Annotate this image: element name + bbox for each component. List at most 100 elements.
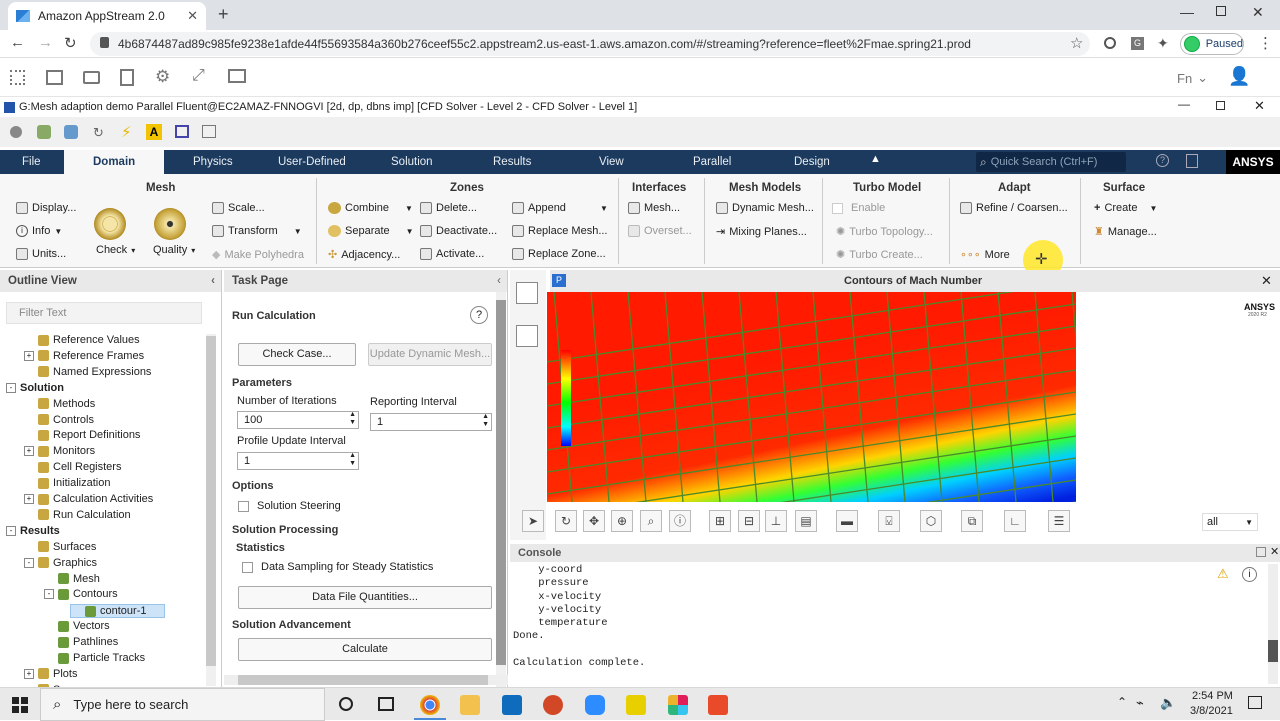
tree-item-report-definitions[interactable]: Report Definitions [24,429,140,441]
clipboard-icon[interactable] [120,69,134,86]
display-icon[interactable] [228,69,246,83]
mixing-planes-button[interactable]: ⇥ Mixing Planes... [716,225,807,239]
replace-mesh-button[interactable]: Replace Mesh... [512,225,607,237]
detach-console-icon[interactable] [1256,547,1266,557]
check-icon[interactable] [94,208,126,240]
extension-icon[interactable] [1104,37,1116,49]
separate-button[interactable]: Separate ▼ [328,225,414,237]
tray-chevron-icon[interactable]: ⌃ [1117,695,1127,709]
tree-item-methods[interactable]: Methods [24,398,95,410]
tree-item-mesh[interactable]: Mesh [44,573,100,585]
back-icon[interactable]: ← [10,34,25,51]
tree-item-contour-1[interactable]: contour-1 [70,604,166,619]
fullscreen-icon[interactable]: ⤢ [192,67,205,85]
scroll-thumb[interactable] [206,336,216,666]
data-sampling-checkbox[interactable]: Data Sampling for Steady Statistics [242,561,433,573]
surface-create-button[interactable]: + Create ▼ [1094,202,1157,214]
task-scrollbar[interactable] [496,292,506,687]
pdf-icon[interactable] [626,695,646,715]
zoom-icon[interactable] [585,695,605,715]
tree-item-run-calculation[interactable]: Run Calculation [24,509,131,521]
data-file-quantities-button[interactable]: Data File Quantities... [238,586,492,609]
list-icon[interactable]: ☰ [1048,510,1070,532]
ruler-icon[interactable]: ▬ [836,510,858,532]
tree-item-reference-values[interactable]: Reference Values [24,334,140,346]
expand-toggle-icon[interactable]: - [6,382,16,393]
restore-window-icon[interactable] [1216,101,1225,110]
reload-case-icon[interactable]: ↻ [93,125,104,141]
collapse-ribbon-icon[interactable]: ▲ [870,153,881,165]
menu-design[interactable]: Design [794,150,830,174]
tree-item-cell-registers[interactable]: Cell Registers [24,461,121,473]
zoom-icon[interactable]: ⌕ [640,510,662,532]
spinner-icon[interactable]: ▲ ▼ [349,411,356,427]
help-icon[interactable]: ? [470,306,488,324]
deactivate-button[interactable]: Deactivate... [420,225,497,237]
menu-user-defined[interactable]: User-Defined [278,150,346,174]
close-window-icon[interactable]: ✕ [1254,98,1265,114]
scroll-thumb[interactable] [1268,640,1278,662]
quality-icon[interactable] [154,208,186,240]
menu-parallel[interactable]: Parallel [693,150,731,174]
expand-toggle-icon[interactable]: + [24,446,34,457]
iterations-input[interactable]: 100 ▲ ▼ [237,411,359,429]
menu-domain[interactable]: Domain [64,150,165,174]
minimize-browser-icon[interactable]: — [1180,4,1194,20]
quality-button[interactable]: Quality ▾ [153,244,195,256]
scale-button[interactable]: Scale... [212,202,265,214]
browser-tab[interactable]: Amazon AppStream 2.0 ✕ [8,2,206,30]
info-button[interactable]: i Info ▼ [16,225,62,237]
menu-kebab-icon[interactable]: ⋮ [1258,34,1273,52]
tree-item-contours[interactable]: - Contours [44,588,118,600]
maximize-browser-icon[interactable] [1216,6,1226,16]
clock-time[interactable]: 2:54 PM [1192,690,1233,702]
tree-item-controls[interactable]: Controls [24,414,94,426]
combine-button[interactable]: Combine ▼ [328,202,413,214]
spinner-icon[interactable]: ▲ ▼ [482,413,489,429]
solution-steering-checkbox[interactable]: Solution Steering [238,500,341,512]
view-select[interactable]: all ▼ [1202,513,1258,531]
zoom-in-out-icon[interactable]: ⊕ [611,510,633,532]
apps-grid-icon[interactable] [10,70,25,85]
display-button[interactable]: Display... [16,202,76,214]
url-field[interactable]: 4b6874487ad89c985fe9238e1afde44f55693584… [90,32,1090,56]
turbo-topology-button[interactable]: ✺ Turbo Topology... [836,225,933,239]
minimize-window-icon[interactable]: — [1178,97,1190,111]
save-picture-icon[interactable]: ▤ [795,510,817,532]
expand-toggle-icon[interactable]: + [24,494,34,504]
tree-item-monitors[interactable]: + Monitors [24,445,95,457]
surface-manage-button[interactable]: ♜ Manage... [1094,225,1157,239]
expand-toggle-icon[interactable]: - [24,557,34,568]
clock-date[interactable]: 3/8/2021 [1190,705,1233,717]
network-icon[interactable]: ⌁ [1136,695,1144,711]
check-case-button[interactable]: Check Case... [238,343,356,366]
star-icon[interactable]: ☆ [1070,34,1083,52]
append-button[interactable]: Append ▼ [512,202,608,214]
quick-search-input[interactable]: ⌕ Quick Search (Ctrl+F) [976,152,1126,172]
lightning-icon[interactable]: ⚡ [121,123,132,141]
info-circle-icon[interactable]: i [1242,567,1257,582]
update-dynamic-mesh-button[interactable]: Update Dynamic Mesh... [368,343,492,366]
expand-toggle-icon[interactable]: + [24,668,34,679]
folder-icon[interactable] [83,71,100,84]
pointer-icon[interactable]: ➤ [522,510,544,532]
write-icon[interactable] [64,125,78,139]
layout-icon[interactable] [202,125,216,138]
tree-item-calculation-activities[interactable]: + Calculation Activities [24,493,153,505]
settings-gear-icon[interactable]: ⚙ [155,67,170,87]
ansys-a-icon[interactable]: A [146,124,162,140]
cube-icon[interactable]: ⬡ [920,510,942,532]
slack-icon[interactable] [668,695,688,715]
make-polyhedra-button[interactable]: ◆ Make Polyhedra [212,248,304,262]
filter-text-input[interactable]: Filter Text [6,302,202,324]
h-scrollbar[interactable] [224,675,508,685]
interface-mesh-button[interactable]: Mesh... [628,202,680,214]
tree-item-initialization[interactable]: Initialization [24,477,110,489]
puzzle-icon[interactable]: ✦ [1157,35,1169,52]
chrome-icon[interactable] [420,695,440,715]
cortana-icon[interactable] [339,697,353,711]
powerpoint-icon[interactable] [543,695,563,715]
console-scrollbar[interactable] [1268,564,1278,684]
menu-physics[interactable]: Physics [193,150,233,174]
view-layout-icon[interactable] [516,325,538,347]
